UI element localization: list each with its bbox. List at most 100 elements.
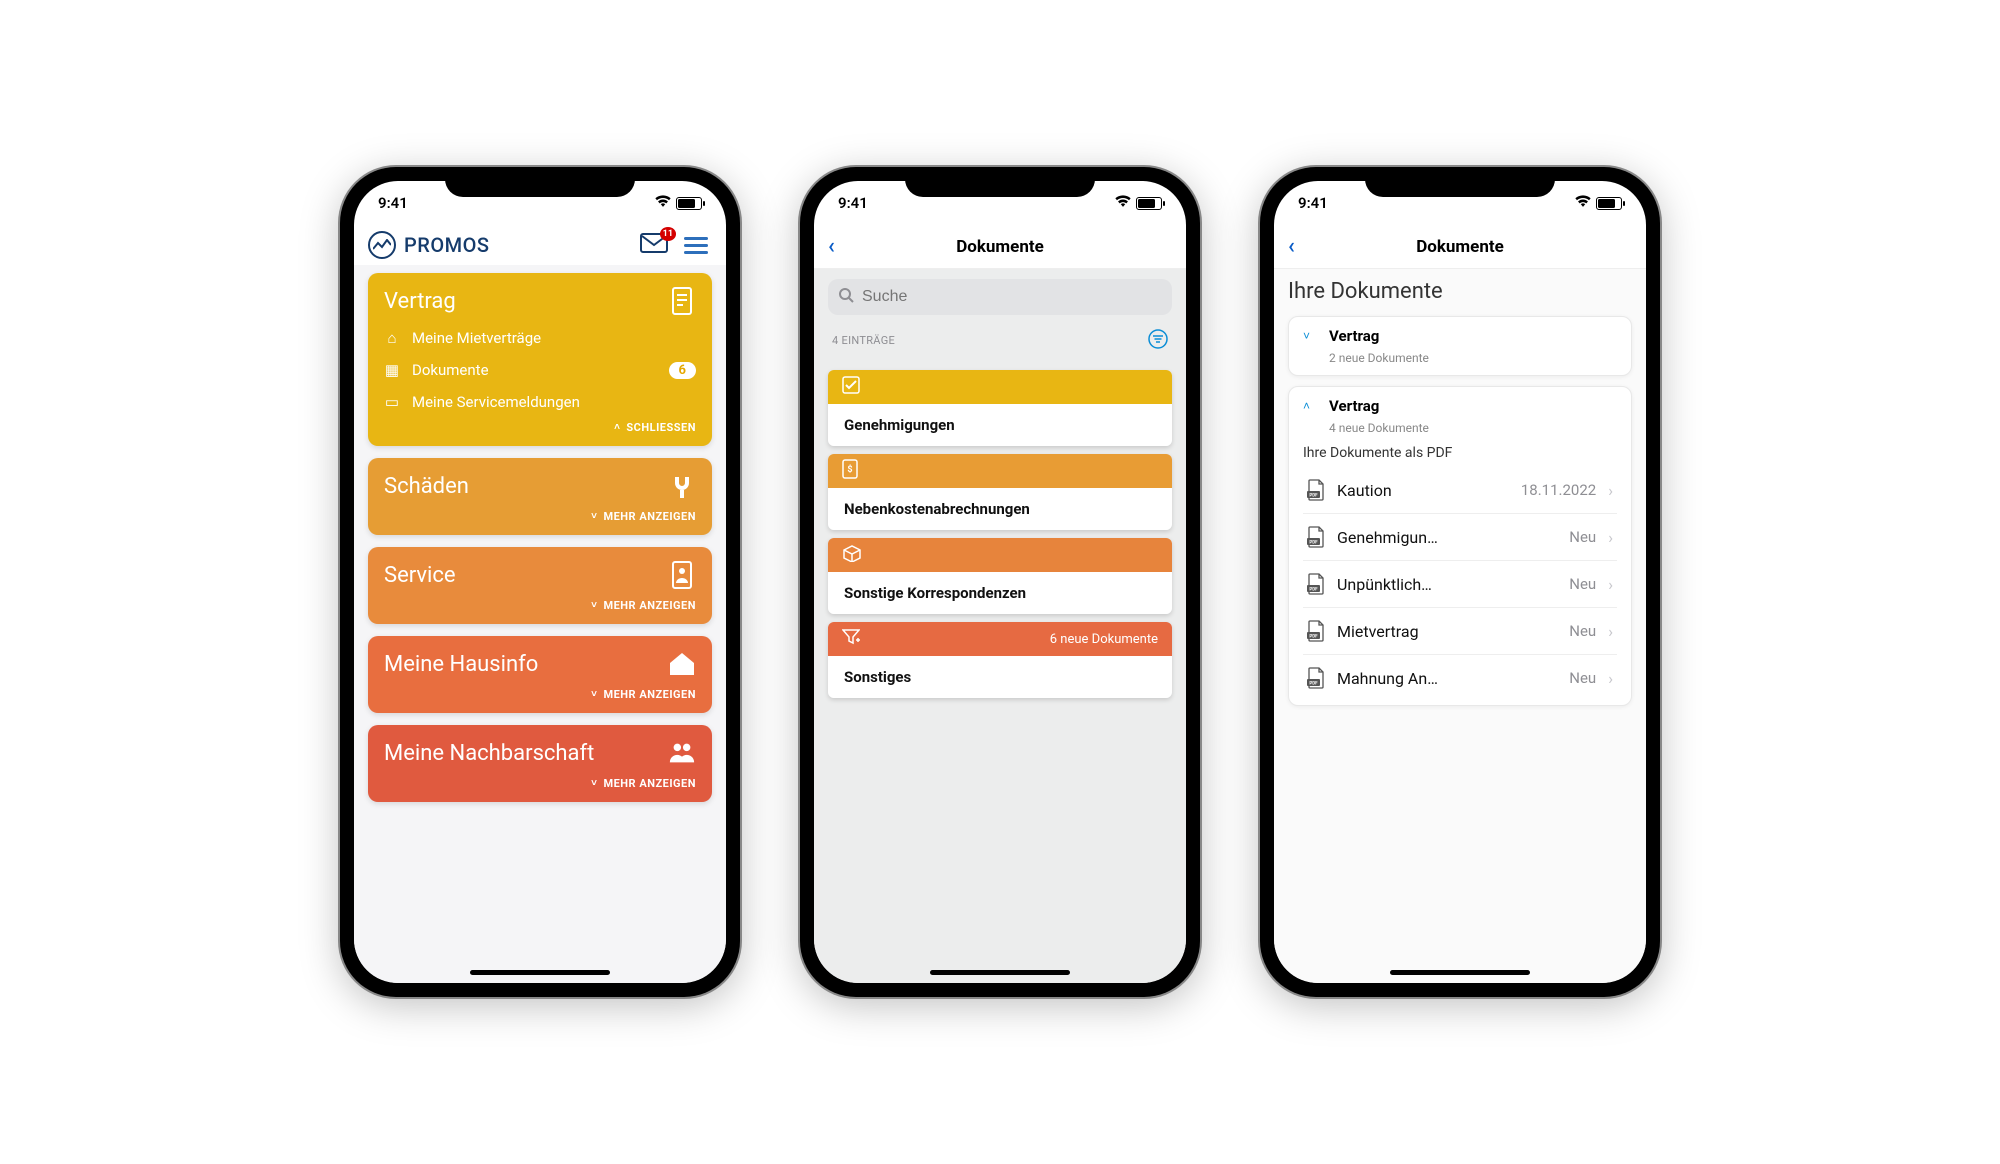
doc-row[interactable]: PDFKaution18.11.2022›	[1303, 467, 1617, 513]
doc-row[interactable]: PDF Genehmigun… Neu ›	[1303, 513, 1617, 560]
category-nebenkosten[interactable]: $ Nebenkostenabrechnungen	[828, 454, 1172, 530]
card-service[interactable]: Service ˅ MEHR ANZEIGEN	[368, 547, 712, 624]
category-label: Genehmigungen	[828, 404, 1172, 446]
brand-name: PROMOS	[404, 233, 490, 257]
card-title: Vertrag	[384, 289, 456, 314]
home-indicator	[930, 970, 1070, 975]
svg-text:PDF: PDF	[1309, 492, 1318, 498]
category-label: Nebenkostenabrechnungen	[828, 488, 1172, 530]
chevron-down-icon: ˅	[591, 600, 597, 611]
doclist-header: Ihre Dokumente als PDF	[1303, 445, 1617, 461]
home-icon: ⌂	[384, 329, 400, 347]
search-field[interactable]	[828, 279, 1172, 315]
status-time: 9:41	[838, 194, 868, 212]
search-icon	[838, 287, 854, 307]
doc-meta: Neu	[1569, 622, 1596, 640]
doc-row[interactable]: PDF Mahnung An… Neu ›	[1303, 654, 1617, 701]
svg-text:PDF: PDF	[1309, 680, 1318, 686]
pdf-icon: PDF	[1307, 667, 1325, 689]
category-genehmigungen[interactable]: Genehmigungen	[828, 370, 1172, 446]
wifi-icon	[654, 194, 672, 212]
svg-text:PDF: PDF	[1309, 633, 1318, 639]
contact-icon	[668, 561, 696, 589]
home-indicator	[1390, 970, 1530, 975]
accordion-subtitle: 4 neue Dokumente	[1329, 421, 1617, 435]
phone-home: 9:41 PROMOS 11	[340, 167, 740, 997]
box-icon	[842, 544, 862, 566]
chevron-up-icon: ˄	[1303, 399, 1317, 413]
card-expand[interactable]: ˅ MEHR ANZEIGEN	[384, 777, 696, 790]
svg-text:PDF: PDF	[1309, 586, 1318, 592]
accordion-vertrag-closed[interactable]: ˅ Vertrag 2 neue Dokumente	[1288, 316, 1632, 376]
mail-button[interactable]: 11	[640, 233, 668, 257]
phone-dokumente-list: 9:41 ‹ Dokumente Ihre Dokumente ˅ Vertra…	[1260, 167, 1660, 997]
battery-icon	[676, 197, 702, 210]
pdf-icon: PDF	[1307, 526, 1325, 548]
doc-meta: Neu	[1569, 528, 1596, 546]
card-row-mietvertraege[interactable]: ⌂ Meine Mietverträge	[384, 329, 696, 347]
chevron-right-icon: ›	[1608, 669, 1613, 688]
house-icon	[668, 650, 696, 678]
card-title: Meine Hausinfo	[384, 652, 538, 677]
row-label: Meine Mietverträge	[412, 329, 541, 347]
doc-count-badge: 6	[669, 362, 696, 379]
card-hausinfo[interactable]: Meine Hausinfo ˅ MEHR ANZEIGEN	[368, 636, 712, 713]
row-label: Dokumente	[412, 361, 489, 379]
accordion-title: Vertrag	[1329, 397, 1379, 415]
doc-row[interactable]: PDFMietvertragNeu›	[1303, 607, 1617, 654]
card-collapse[interactable]: ˄ SCHLIESSEN	[384, 421, 696, 434]
doc-name: Genehmigun…	[1337, 528, 1557, 547]
chevron-right-icon: ›	[1608, 528, 1613, 547]
card-title: Meine Nachbarschaft	[384, 741, 594, 766]
chevron-right-icon: ›	[1608, 622, 1613, 641]
chevron-down-icon: ˅	[591, 778, 597, 789]
card-title: Schäden	[384, 474, 469, 499]
accordion-subtitle: 2 neue Dokumente	[1329, 351, 1617, 365]
doc-name: Kaution	[1337, 481, 1509, 500]
card-expand[interactable]: ˅ MEHR ANZEIGEN	[384, 599, 696, 612]
accordion-title: Vertrag	[1329, 327, 1379, 345]
card-row-dokumente[interactable]: ▦ Dokumente 6	[384, 361, 696, 379]
doc-meta: Neu	[1569, 575, 1596, 593]
invoice-icon: $	[842, 459, 858, 483]
people-icon	[668, 739, 696, 767]
card-nachbarschaft[interactable]: Meine Nachbarschaft ˅ MEHR ANZEIGEN	[368, 725, 712, 802]
status-time: 9:41	[378, 194, 408, 212]
wrench-icon	[668, 472, 696, 500]
grid-icon: ▦	[384, 361, 400, 379]
notch	[905, 167, 1095, 197]
row-label: Meine Servicemeldungen	[412, 393, 580, 411]
filter-button[interactable]	[1148, 329, 1168, 352]
app-header: PROMOS 11	[354, 225, 726, 265]
card-schaeden[interactable]: Schäden ˅ MEHR ANZEIGEN	[368, 458, 712, 535]
notch	[445, 167, 635, 197]
menu-button[interactable]	[684, 237, 708, 254]
category-label: Sonstige Korrespondenzen	[828, 572, 1172, 614]
doc-name: Unpünktlich…	[1337, 575, 1557, 594]
card-row-servicemeldungen[interactable]: ▭ Meine Servicemeldungen	[384, 393, 696, 411]
pdf-icon: PDF	[1307, 573, 1325, 595]
category-korrespondenz[interactable]: Sonstige Korrespondenzen	[828, 538, 1172, 614]
accordion-vertrag-open[interactable]: ˄ Vertrag 4 neue Dokumente Ihre Dokument…	[1288, 386, 1632, 706]
card-expand[interactable]: ˅ MEHR ANZEIGEN	[384, 688, 696, 701]
briefcase-icon: ▭	[384, 393, 400, 411]
chevron-right-icon: ›	[1608, 481, 1613, 500]
doc-meta: Neu	[1569, 669, 1596, 687]
status-time: 9:41	[1298, 194, 1328, 212]
new-count: 6 neue Dokumente	[1050, 632, 1158, 647]
doc-name: Mahnung An…	[1337, 669, 1557, 688]
svg-text:PDF: PDF	[1309, 539, 1318, 545]
chevron-down-icon: ˅	[591, 689, 597, 700]
card-vertrag[interactable]: Vertrag ⌂ Meine Mietverträge ▦ Dokumente…	[368, 273, 712, 446]
notch	[1365, 167, 1555, 197]
document-icon	[668, 287, 696, 315]
battery-icon	[1136, 197, 1162, 210]
doc-row[interactable]: PDFUnpünktlich…Neu›	[1303, 560, 1617, 607]
chevron-down-icon: ˅	[1303, 329, 1317, 343]
card-expand[interactable]: ˅ MEHR ANZEIGEN	[384, 510, 696, 523]
wifi-icon	[1574, 194, 1592, 212]
entries-count: 4 EINTRÄGE	[832, 334, 895, 347]
category-sonstiges[interactable]: 6 neue Dokumente Sonstiges	[828, 622, 1172, 698]
nav-bar: ‹ Dokumente	[814, 225, 1186, 269]
search-input[interactable]	[862, 288, 1162, 306]
